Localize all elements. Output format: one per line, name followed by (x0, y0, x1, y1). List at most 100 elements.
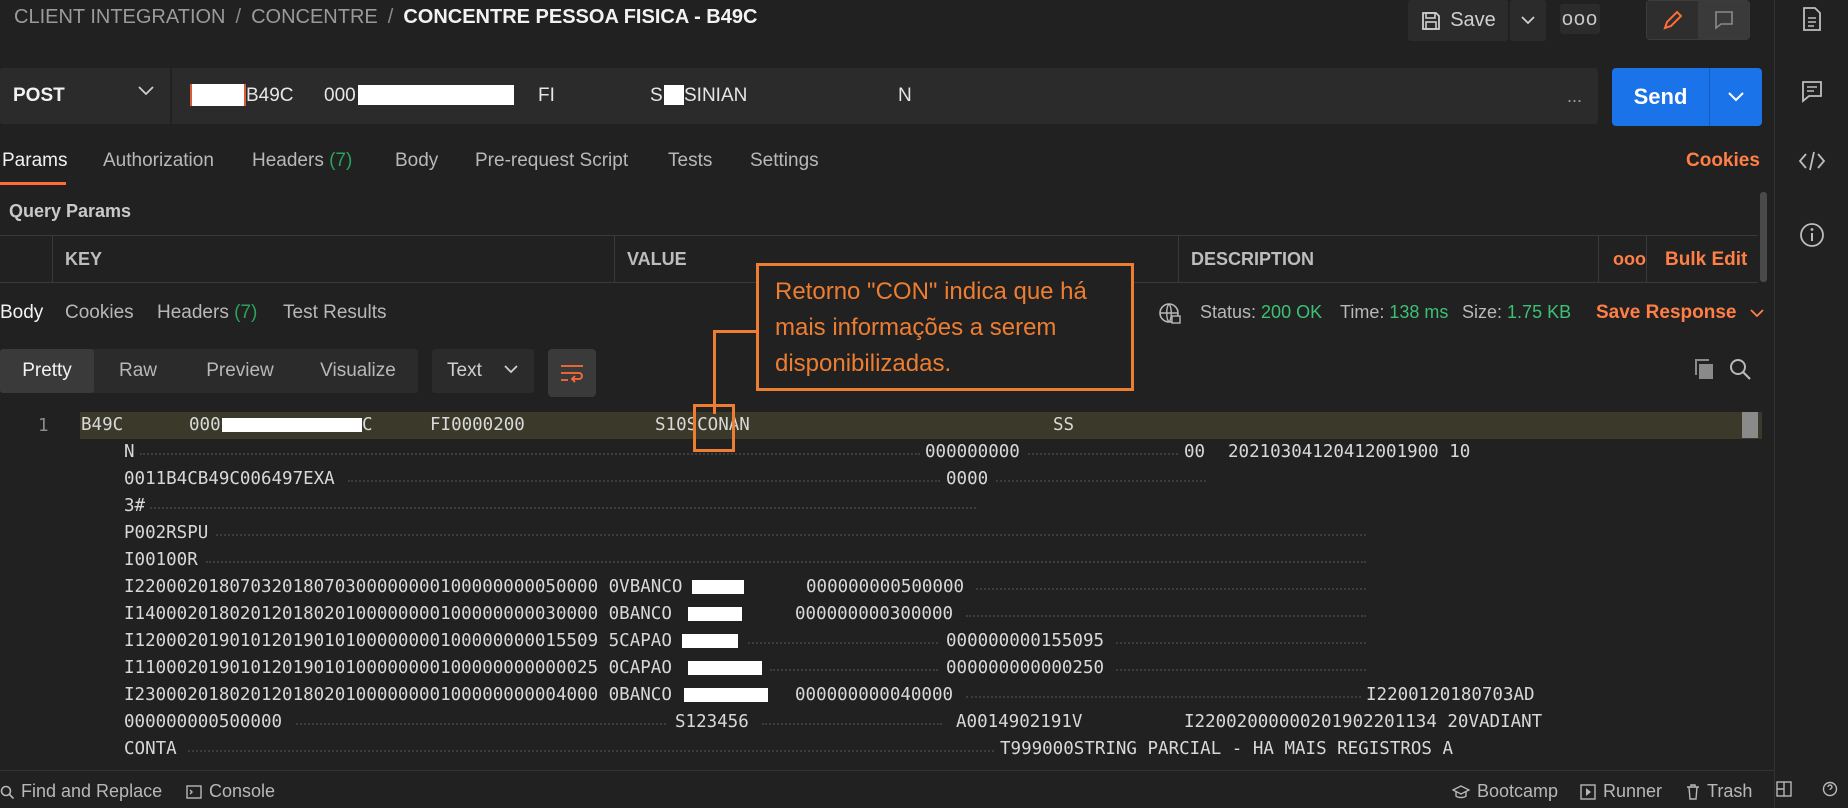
whitespace-dots (748, 642, 938, 644)
code-token: I220002018070320180703000000001000000000… (124, 577, 683, 597)
format-preview[interactable]: Preview (182, 349, 298, 393)
code-token: CONTA (124, 739, 177, 759)
format-raw[interactable]: Raw (94, 349, 182, 393)
edit-mode-button[interactable] (1647, 1, 1698, 39)
save-button[interactable]: Save (1408, 0, 1508, 41)
code-token: N (124, 442, 135, 462)
trash-button[interactable]: Trash (1686, 781, 1752, 802)
right-sidebar (1774, 0, 1848, 808)
documentation-icon[interactable] (1797, 4, 1827, 34)
whitespace-dots (150, 507, 976, 509)
url-segment: SINIAN (684, 85, 748, 106)
tab-label: Headers (252, 150, 324, 171)
breadcrumb-item[interactable]: CLIENT INTEGRATION (14, 6, 226, 28)
redacted-block (664, 85, 684, 105)
footer-label: Runner (1603, 781, 1663, 801)
tab-label: Cookies (65, 302, 134, 323)
content-type-label: Text (447, 360, 482, 381)
save-dropdown-button[interactable] (1510, 0, 1546, 41)
response-tab-cookies[interactable]: Cookies (65, 302, 134, 324)
scrollbar[interactable] (1760, 192, 1767, 282)
response-body[interactable]: 1 B49C 000 C FI0000200 S10SCONAN SS N 00… (0, 412, 1764, 767)
search-icon[interactable] (1728, 357, 1752, 386)
tab-tests[interactable]: Tests (668, 150, 712, 172)
url-overflow: ... (1566, 86, 1582, 106)
whitespace-dots (140, 453, 920, 455)
runner-button[interactable]: Runner (1580, 781, 1662, 802)
url-input[interactable]: B49C 000 FI S SINIAN N ... (172, 68, 1598, 124)
save-response-label: Save Response (1596, 302, 1737, 323)
wrap-lines-button[interactable] (548, 349, 596, 397)
column-options-button[interactable]: ooo (1598, 236, 1646, 282)
tab-body[interactable]: Body (395, 150, 438, 172)
cookies-link[interactable]: Cookies (1686, 150, 1760, 172)
send-button[interactable]: Send (1612, 68, 1710, 126)
code-token: 00 (1184, 442, 1206, 462)
tab-label: Pre-request Script (475, 150, 629, 171)
whitespace-dots (996, 480, 1206, 482)
editor-scrollbar[interactable] (1742, 412, 1758, 438)
page-title[interactable]: CONCENTRE PESSOA FISICA - B49C (403, 6, 757, 28)
footer-label: Find and Replace (21, 781, 163, 801)
footer-label: Console (209, 781, 276, 801)
view-mode-toggle (1646, 0, 1750, 40)
bulk-edit-button[interactable]: Bulk Edit (1646, 236, 1758, 282)
content-type-select[interactable]: Text (432, 349, 534, 393)
whitespace-dots (348, 480, 940, 482)
code-token: 0000 (946, 469, 989, 489)
redacted-block (358, 85, 514, 105)
status-value[interactable]: 200 OK (1261, 302, 1322, 322)
info-icon[interactable] (1797, 220, 1827, 250)
send-dropdown-button[interactable] (1710, 68, 1762, 126)
response-tab-test-results[interactable]: Test Results (283, 302, 386, 324)
tab-headers[interactable]: Headers (7) (252, 150, 352, 172)
method-label: POST (13, 85, 65, 106)
network-globe-icon[interactable] (1158, 302, 1182, 331)
whitespace-dots (188, 750, 994, 752)
whitespace-dots (966, 615, 1366, 617)
pencil-icon (1662, 10, 1682, 30)
code-token: I110002019010120190101000000001000000000… (124, 658, 672, 678)
time-value[interactable]: 138 ms (1389, 302, 1448, 322)
code-token: I00100R (124, 550, 198, 570)
whitespace-dots (762, 723, 942, 725)
size-label: Size: (1462, 302, 1503, 322)
size-value[interactable]: 1.75 KB (1507, 302, 1571, 322)
tab-settings[interactable]: Settings (750, 150, 819, 172)
url-segment: 000 (324, 85, 356, 106)
find-and-replace-button[interactable]: Find and Replace (0, 781, 162, 802)
annotation-connector (713, 330, 758, 333)
tab-authorization[interactable]: Authorization (103, 150, 214, 172)
chevron-down-icon (1728, 92, 1744, 102)
format-pretty[interactable]: Pretty (0, 349, 94, 393)
tab-label: Authorization (103, 150, 214, 171)
comments-icon[interactable] (1797, 76, 1827, 106)
footer-label: Trash (1707, 781, 1753, 801)
tab-pre-request-script[interactable]: Pre-request Script (475, 150, 628, 172)
more-actions-button[interactable]: ooo (1560, 4, 1600, 34)
code-token: C (362, 415, 373, 435)
bootcamp-button[interactable]: Bootcamp (1452, 781, 1558, 802)
breadcrumb-item[interactable]: CONCENTRE (251, 6, 378, 28)
two-pane-icon[interactable] (1776, 781, 1792, 797)
whitespace-dots (1116, 642, 1366, 644)
help-icon[interactable] (1822, 781, 1838, 797)
tab-params[interactable]: Params (2, 150, 67, 172)
code-icon[interactable] (1797, 146, 1827, 176)
response-tab-headers[interactable]: Headers (7) (157, 302, 257, 324)
url-segment: B49C (246, 85, 294, 106)
redacted-block (190, 84, 246, 106)
console-button[interactable]: Console (186, 781, 275, 802)
whitespace-dots (296, 723, 666, 725)
comment-mode-button[interactable] (1698, 1, 1749, 39)
code-token: I120002019010120190101000000001000000000… (124, 631, 672, 651)
whitespace-dots (1116, 669, 1366, 671)
annotation-callout: Retorno "CON" indica que há mais informa… (756, 263, 1134, 391)
save-response-button[interactable]: Save Response (1596, 302, 1764, 324)
response-tab-body[interactable]: Body (0, 302, 43, 324)
save-label: Save (1450, 9, 1496, 31)
code-token: 000000000500000 (806, 577, 965, 597)
format-visualize[interactable]: Visualize (298, 349, 418, 393)
method-select[interactable]: POST (0, 68, 170, 124)
copy-icon[interactable] (1692, 357, 1716, 386)
